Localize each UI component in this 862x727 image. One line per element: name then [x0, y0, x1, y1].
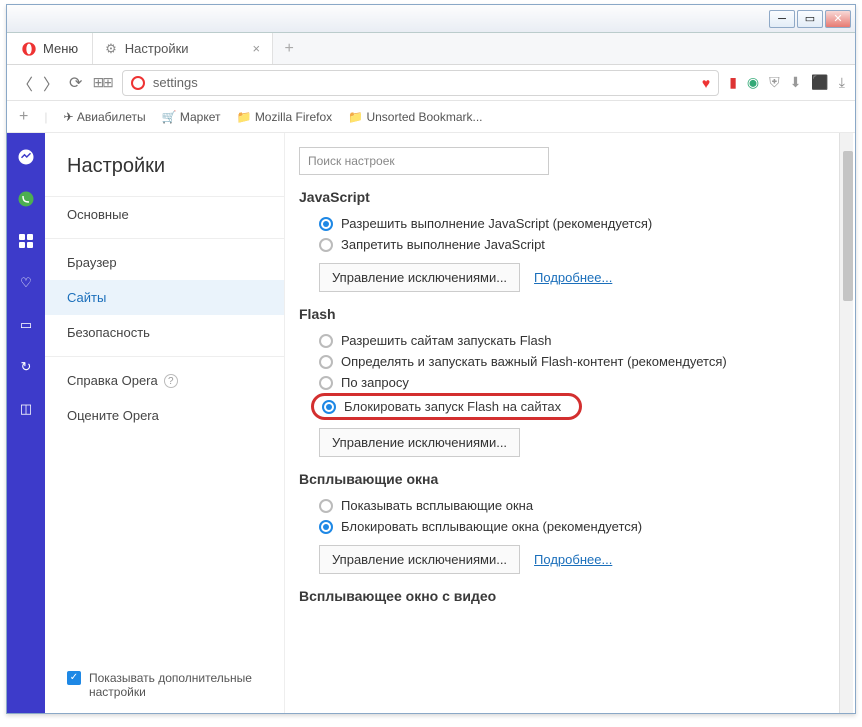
- ext-icon[interactable]: ⛨: [769, 74, 780, 91]
- bookmark-item[interactable]: 🛒 Маркет: [162, 110, 221, 124]
- whatsapp-icon[interactable]: [16, 189, 36, 209]
- speed-dial-icon[interactable]: [16, 231, 36, 251]
- heart-icon[interactable]: ♥: [702, 75, 710, 91]
- bookmark-item[interactable]: 📁 Mozilla Firefox: [237, 110, 333, 124]
- url-box[interactable]: settings ♥: [122, 70, 719, 96]
- side-rail: ♡ ▭ ↻ ◫: [7, 133, 45, 713]
- radio-icon: [319, 499, 333, 513]
- settings-sidebar: Настройки Основные Браузер Сайты Безопас…: [45, 133, 285, 713]
- tab-settings[interactable]: ⚙ Настройки ×: [93, 33, 273, 64]
- js-manage-button[interactable]: Управление исключениями...: [319, 263, 520, 292]
- bookmarks-bar: + | ✈ Авиабилеты 🛒 Маркет 📁 Mozilla Fire…: [7, 101, 855, 133]
- section-popups: Всплывающие окна Показывать всплывающие …: [299, 471, 841, 574]
- popups-show-option[interactable]: Показывать всплывающие окна: [299, 495, 841, 516]
- flash-detect-option[interactable]: Определять и запускать важный Flash-конт…: [299, 351, 841, 372]
- cube-icon[interactable]: ◫: [16, 399, 36, 419]
- tab-strip: Меню ⚙ Настройки × +: [7, 33, 855, 65]
- show-advanced-checkbox[interactable]: ✓ Показывать дополнительные настройки: [67, 671, 259, 699]
- extension-icons: ▮ ◉ ⛨ ⬇ ⬛ ⤓: [729, 74, 845, 91]
- popups-block-option[interactable]: Блокировать всплывающие окна (рекомендуе…: [299, 516, 841, 537]
- radio-icon: [319, 334, 333, 348]
- new-tab-button[interactable]: +: [273, 33, 305, 64]
- heart-rail-icon[interactable]: ♡: [16, 273, 36, 293]
- section-title: Всплывающее окно с видео: [299, 588, 841, 604]
- flash-block-option[interactable]: Блокировать запуск Flash на сайтах: [311, 393, 582, 420]
- opera-icon: [131, 76, 145, 90]
- sidebar-item-rate[interactable]: Оцените Opera: [45, 398, 284, 433]
- sidebar-item-security[interactable]: Безопасность: [45, 315, 284, 350]
- radio-icon: [322, 400, 336, 414]
- js-block-option[interactable]: Запретить выполнение JavaScript: [299, 234, 841, 255]
- section-pip: Всплывающее окно с видео: [299, 588, 841, 604]
- radio-icon: [319, 376, 333, 390]
- tab-close-icon[interactable]: ×: [253, 41, 261, 56]
- ext-icon[interactable]: ⬛: [811, 74, 828, 91]
- reload-button[interactable]: ⟳: [69, 73, 82, 93]
- js-allow-option[interactable]: Разрешить выполнение JavaScript (рекомен…: [299, 213, 841, 234]
- section-title: Всплывающие окна: [299, 471, 841, 487]
- flash-ask-option[interactable]: По запросу: [299, 372, 841, 393]
- checkbox-icon: ✓: [67, 671, 81, 685]
- settings-content: Поиск настроек JavaScript Разрешить выпо…: [285, 133, 855, 713]
- flash-manage-button[interactable]: Управление исключениями...: [319, 428, 520, 457]
- section-title: Flash: [299, 306, 841, 322]
- url-text: settings: [153, 75, 198, 90]
- flash-allow-option[interactable]: Разрешить сайтам запускать Flash: [299, 330, 841, 351]
- page-title: Настройки: [45, 151, 284, 196]
- radio-icon: [319, 238, 333, 252]
- add-bookmark-button[interactable]: +: [19, 108, 28, 126]
- sidebar-item-browser[interactable]: Браузер: [45, 245, 284, 280]
- scrollbar-thumb[interactable]: [843, 151, 853, 301]
- sidebar-item-basic[interactable]: Основные: [45, 197, 284, 232]
- radio-icon: [319, 217, 333, 231]
- speed-dial-button[interactable]: ⊞⊞: [92, 74, 111, 91]
- ext-icon[interactable]: ◉: [747, 74, 759, 91]
- popups-manage-button[interactable]: Управление исключениями...: [319, 545, 520, 574]
- opera-menu-button[interactable]: Меню: [7, 33, 93, 64]
- messenger-icon[interactable]: [16, 147, 36, 167]
- browser-window: ─ ▭ ✕ Меню ⚙ Настройки × + 〈 〉 ⟳ ⊞⊞ sett…: [6, 4, 856, 714]
- back-button[interactable]: 〈: [17, 71, 33, 95]
- section-flash: Flash Разрешить сайтам запускать Flash О…: [299, 306, 841, 457]
- radio-icon: [319, 355, 333, 369]
- tab-title: Настройки: [125, 41, 189, 56]
- bookmark-item[interactable]: 📁 Unsorted Bookmark...: [348, 110, 482, 124]
- search-input[interactable]: Поиск настроек: [299, 147, 549, 175]
- toolbar: 〈 〉 ⟳ ⊞⊞ settings ♥ ▮ ◉ ⛨ ⬇ ⬛ ⤓: [7, 65, 855, 101]
- window-titlebar: ─ ▭ ✕: [7, 5, 855, 33]
- history-icon[interactable]: ↻: [16, 357, 36, 377]
- bookmark-item[interactable]: ✈ Авиабилеты: [63, 110, 145, 124]
- close-button[interactable]: ✕: [825, 10, 851, 28]
- popups-more-link[interactable]: Подробнее...: [534, 552, 612, 567]
- minimize-button[interactable]: ─: [769, 10, 795, 28]
- section-title: JavaScript: [299, 189, 841, 205]
- download-icon[interactable]: ⤓: [839, 74, 845, 91]
- sidebar-item-help[interactable]: Справка Opera?: [45, 363, 284, 398]
- radio-icon: [319, 520, 333, 534]
- ext-icon[interactable]: ▮: [729, 74, 737, 91]
- section-javascript: JavaScript Разрешить выполнение JavaScri…: [299, 189, 841, 292]
- sidebar-item-sites[interactable]: Сайты: [45, 280, 284, 315]
- gear-icon: ⚙: [105, 41, 117, 57]
- maximize-button[interactable]: ▭: [797, 10, 823, 28]
- news-icon[interactable]: ▭: [16, 315, 36, 335]
- js-more-link[interactable]: Подробнее...: [534, 270, 612, 285]
- forward-button[interactable]: 〉: [43, 71, 59, 95]
- question-icon: ?: [164, 374, 178, 388]
- ext-icon[interactable]: ⬇: [790, 74, 802, 91]
- menu-label: Меню: [43, 41, 78, 56]
